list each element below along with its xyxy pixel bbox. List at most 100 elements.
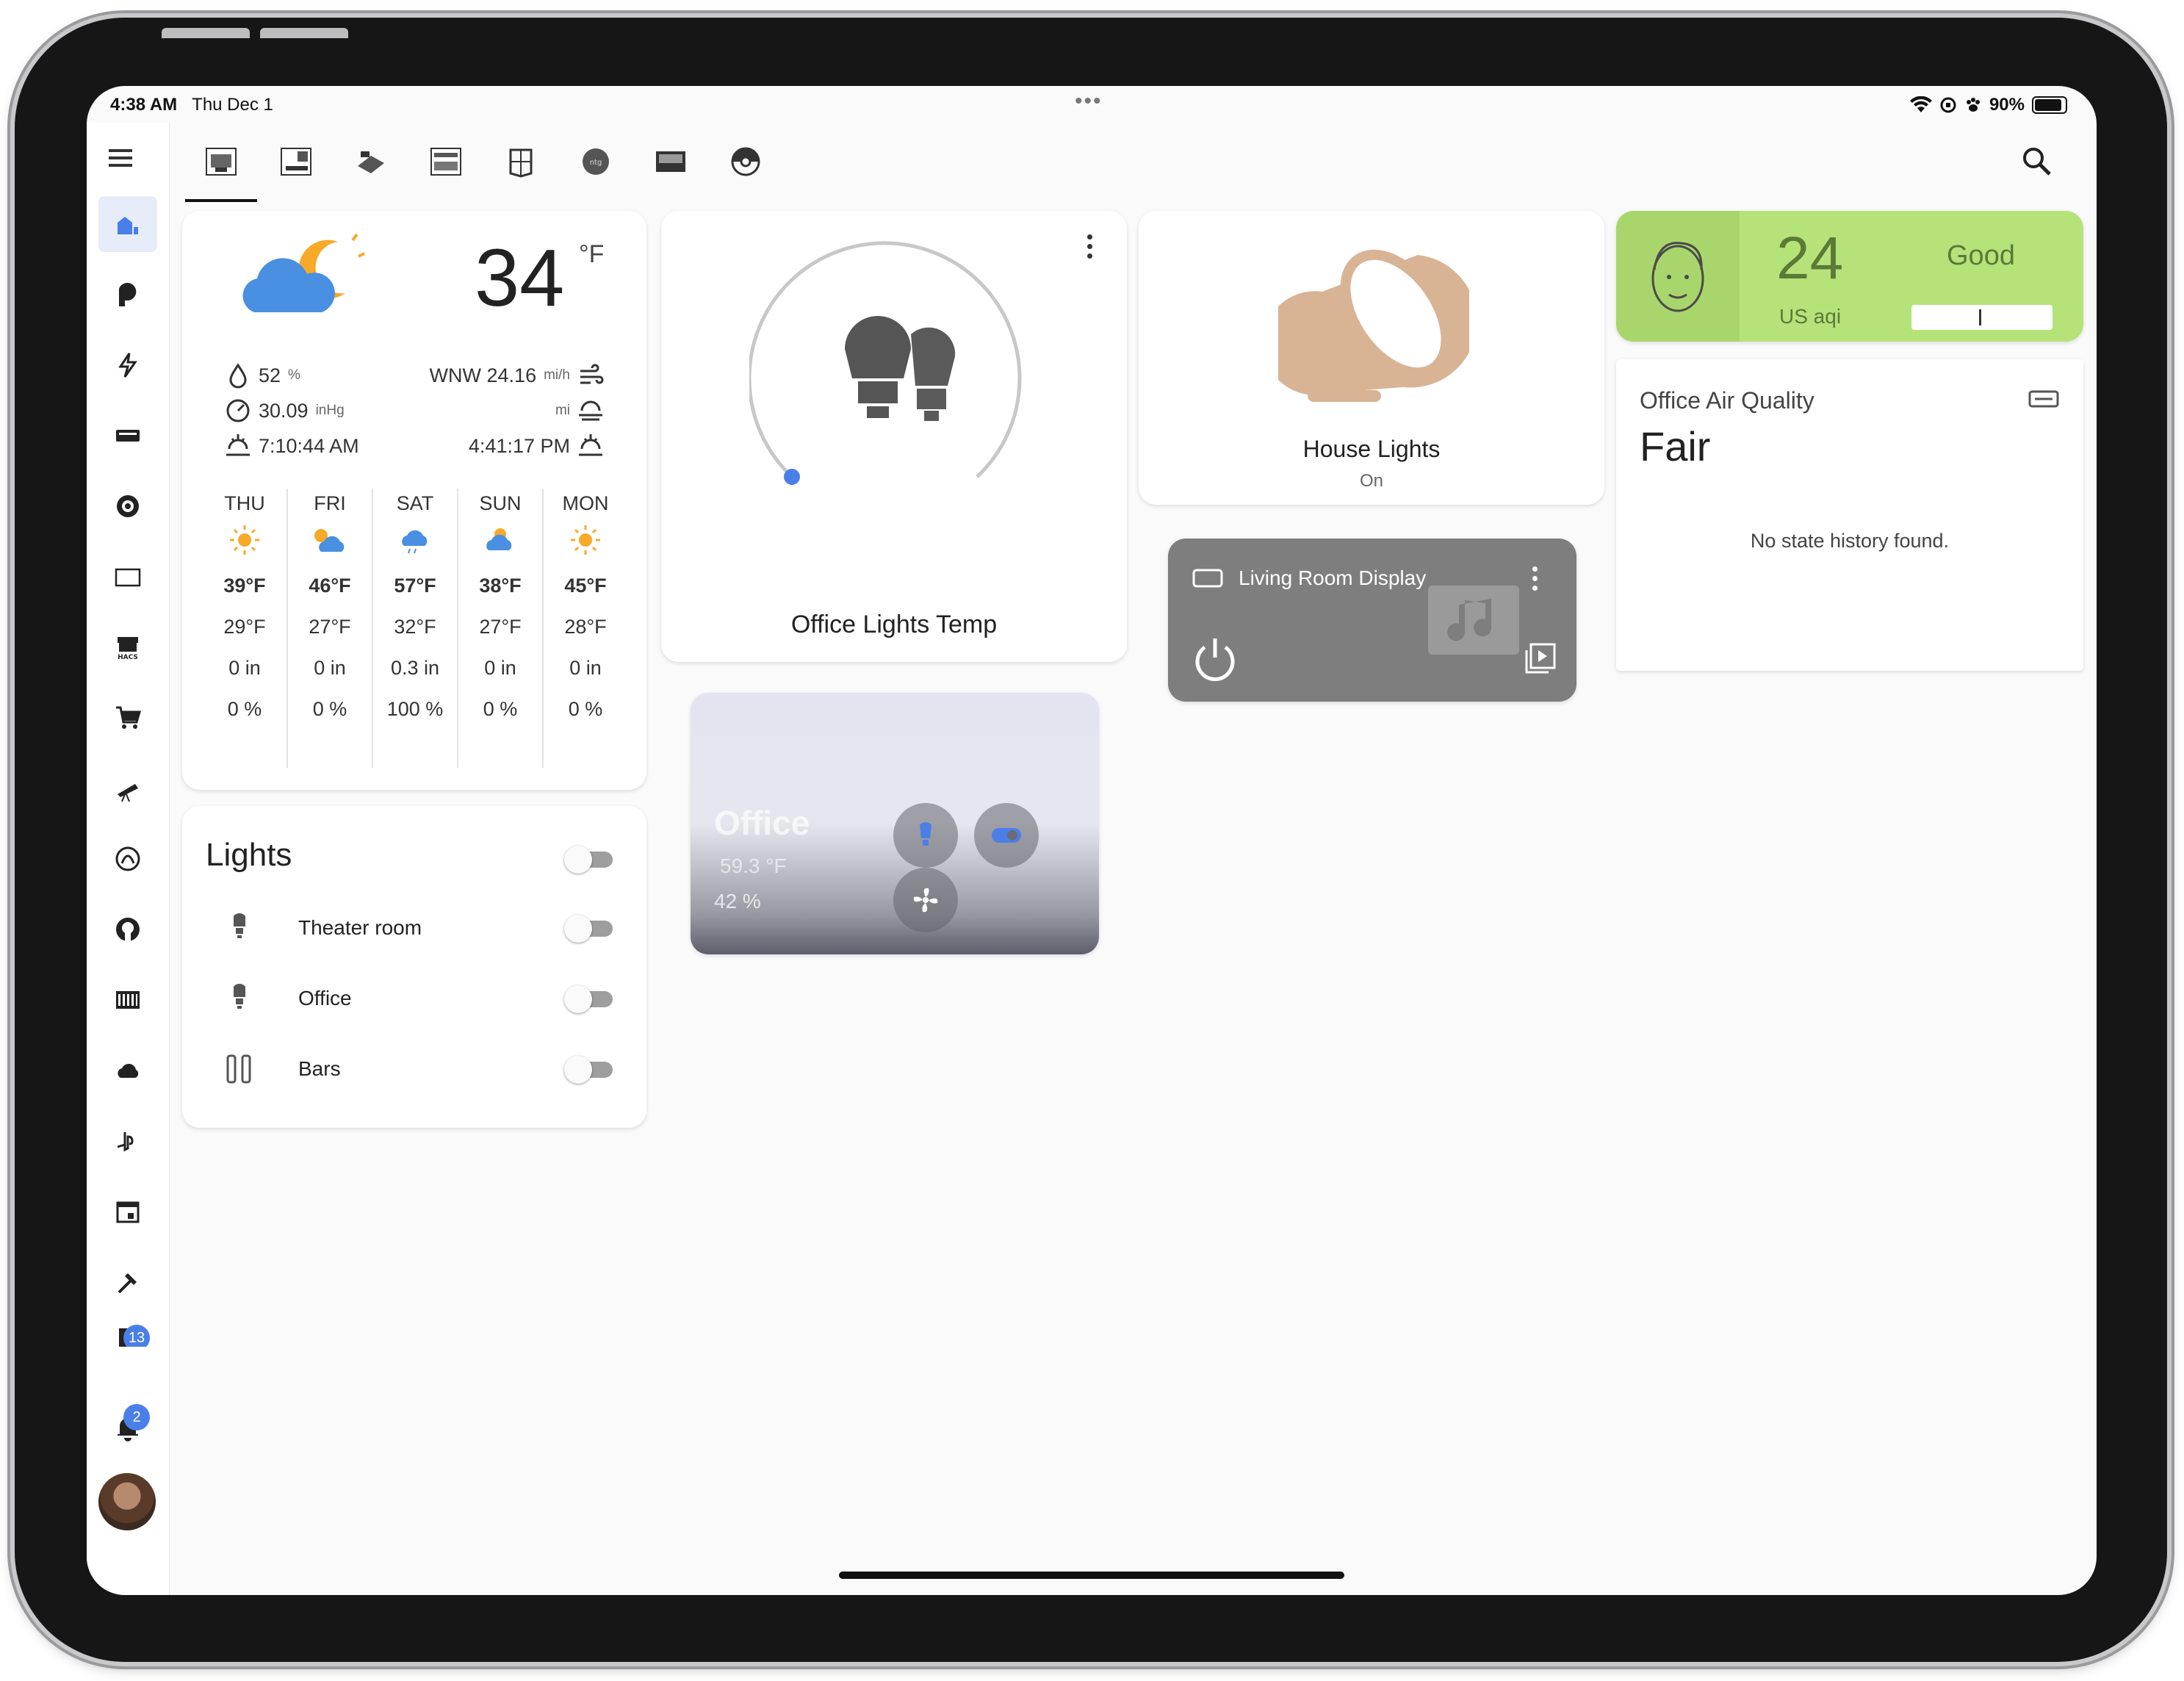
volume-button [260, 28, 348, 38]
humidity-unit: % [288, 367, 300, 383]
sidebar-item-telescope[interactable] [98, 760, 157, 816]
media-source-icon[interactable] [1524, 641, 1557, 675]
forecast-day: MON 45°F 28°F 0 in 0 % [544, 483, 627, 730]
theater-room-toggle[interactable] [564, 913, 617, 943]
bars-toggle[interactable] [564, 1054, 617, 1084]
forecast-low: 29°F [223, 616, 266, 638]
home-indicator[interactable] [839, 1572, 1344, 1579]
tab-theater[interactable] [645, 136, 696, 187]
cloud-icon [118, 1063, 139, 1078]
sidebar-item-notifications[interactable]: 2 [98, 1400, 157, 1455]
partly-cloudy-night-icon [242, 233, 365, 312]
card-menu-icon[interactable] [1532, 566, 1540, 591]
visibility-unit: mi [555, 403, 570, 418]
network-tab-icon: ntg [583, 148, 609, 175]
room-name: Office [714, 804, 810, 842]
light-row-office[interactable]: Office [206, 976, 632, 1021]
office-lights-temp-card[interactable]: Office Lights Temp [661, 211, 1127, 662]
forecast-day: SAT 57°F 32°F 0.3 in 100 % [373, 483, 457, 730]
sidebar: HACS 13 2 [87, 123, 170, 1595]
sidebar-item-developer[interactable]: 13 [98, 1325, 157, 1347]
sidebar-item-tools[interactable] [98, 1254, 157, 1310]
air-quality-card[interactable]: Office Air Quality Fair No state history… [1616, 359, 2083, 671]
menu-button[interactable] [98, 130, 143, 186]
sunset-icon [579, 434, 602, 456]
tab-network[interactable]: ntg [570, 136, 621, 187]
rainy-icon [373, 524, 457, 565]
battery-percent: 90% [1989, 95, 2025, 115]
lights-title: Lights [206, 837, 292, 873]
tab-bedroom[interactable] [345, 136, 397, 187]
sidebar-item-hacs[interactable]: HACS [98, 619, 157, 675]
github-icon [116, 918, 140, 941]
forecast-day-name: SUN [479, 492, 522, 514]
air-sensor-icon [2028, 390, 2059, 408]
tab-kitchen[interactable] [420, 136, 472, 187]
forecast-day-name: FRI [314, 492, 346, 514]
paw-icon [1966, 98, 1980, 112]
power-icon[interactable] [1193, 634, 1237, 681]
light-row-theater[interactable]: Theater room [206, 906, 632, 950]
aqi-marker [1979, 309, 1981, 325]
humidity-icon [229, 363, 247, 389]
fan-icon [913, 888, 938, 913]
wind-unit: mi/h [544, 367, 570, 383]
house-lights-card[interactable]: House Lights On [1139, 211, 1604, 505]
hamburger-icon [109, 149, 132, 167]
sidebar-item-plex[interactable] [98, 267, 157, 323]
cart-icon [116, 706, 141, 729]
card-menu-icon[interactable] [1087, 234, 1095, 259]
search-icon[interactable] [2019, 143, 2055, 180]
octoprint-icon [115, 846, 140, 871]
tab-floorplan[interactable] [495, 136, 547, 187]
visibility-row: mi [555, 397, 604, 424]
sidebar-item-playstation[interactable] [98, 1113, 157, 1169]
tab-home[interactable] [185, 136, 257, 202]
status-icons: 90% [1909, 95, 2067, 115]
room-light-button[interactable] [893, 803, 958, 868]
light-label: Office [298, 987, 352, 1009]
tab-office[interactable] [270, 136, 322, 187]
weather-card[interactable]: 34 °F 52% 30.09 inHg 7:10:44 AM WNW 24.16… [182, 211, 646, 790]
sidebar-item-calendar[interactable] [98, 1184, 157, 1239]
sidebar-item-github[interactable] [98, 901, 157, 957]
partly-cloudy-icon [288, 524, 372, 565]
sidebar-item-media[interactable] [98, 408, 157, 464]
light-row-bars[interactable]: Bars [206, 1047, 632, 1091]
office-room-card[interactable]: Office 59.3 °F 42 % [691, 693, 1099, 954]
lights-master-toggle[interactable] [564, 844, 617, 874]
living-room-display-card[interactable]: Living Room Display [1168, 539, 1576, 702]
top-bar: ntg [169, 123, 2097, 202]
toggle-switch-icon [992, 828, 1021, 843]
forecast-high: 38°F [479, 575, 522, 597]
room-switch-button[interactable] [974, 803, 1039, 868]
sidebar-item-square[interactable] [98, 549, 157, 605]
terminal-icon [116, 991, 140, 1009]
sidebar-item-energy[interactable] [98, 337, 157, 393]
sidebar-item-shopping[interactable] [98, 690, 157, 746]
avatar[interactable] [98, 1473, 156, 1530]
sidebar-item-terminal[interactable] [98, 972, 157, 1028]
tab-pokeball[interactable] [720, 136, 771, 187]
temperature-unit: °F [579, 240, 605, 268]
media-placeholder-icon [1428, 586, 1519, 655]
dial-handle[interactable] [784, 469, 800, 485]
living-room-title: Living Room Display [1239, 566, 1427, 589]
multitask-dots[interactable]: ••• [1075, 89, 1103, 114]
sidebar-item-octoprint[interactable] [98, 831, 157, 887]
pressure-unit: inHg [315, 403, 345, 418]
room-fan-button[interactable] [893, 868, 958, 932]
sunny-icon [544, 524, 627, 565]
sidebar-item-overview[interactable] [98, 196, 157, 252]
pressure-row: 30.09 inHg [225, 397, 345, 424]
telescope-icon [118, 784, 138, 802]
wind-icon [580, 364, 604, 384]
light-label: Bars [298, 1057, 341, 1080]
office-light-toggle[interactable] [564, 984, 617, 1013]
forecast-day: FRI 46°F 27°F 0 in 0 % [288, 483, 372, 730]
sidebar-item-target[interactable] [98, 478, 157, 534]
sidebar-item-cloud[interactable] [98, 1043, 157, 1098]
house-lights-title: House Lights [1302, 436, 1441, 462]
aqi-card[interactable]: 24 US aqi Good [1616, 211, 2083, 342]
square-icon [115, 568, 141, 587]
